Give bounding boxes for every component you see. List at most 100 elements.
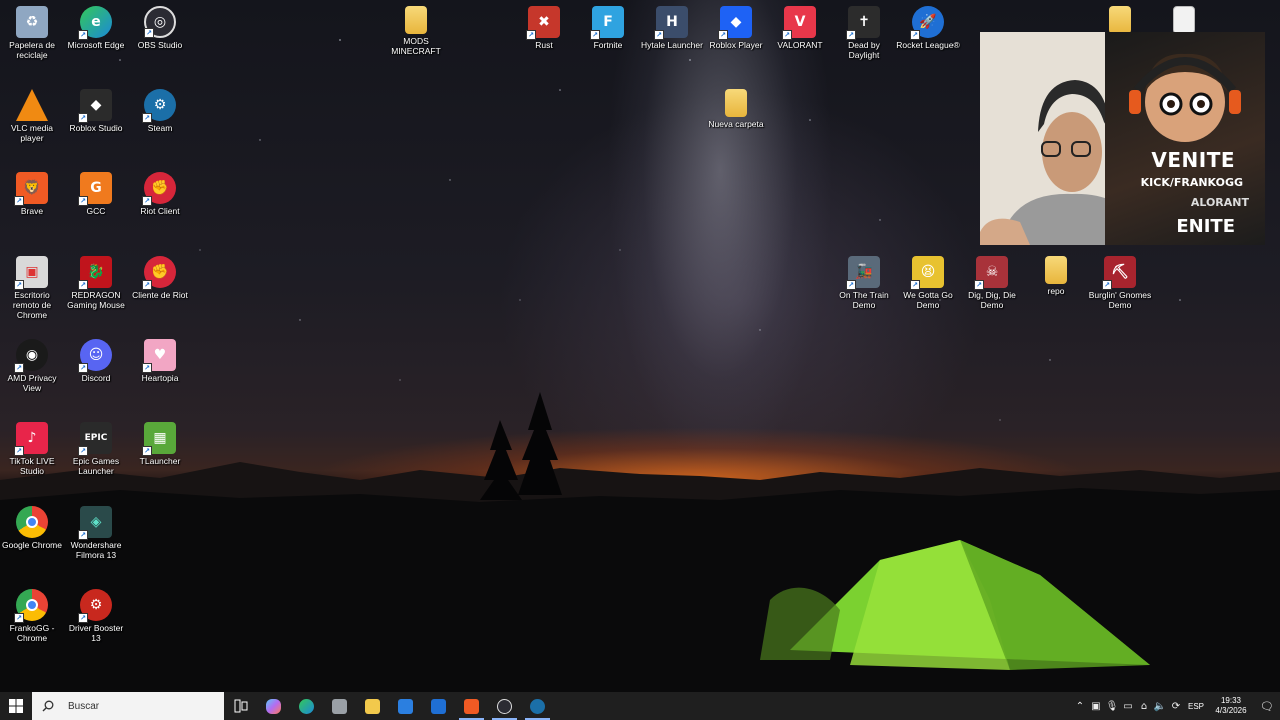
desktop-icon-chrome[interactable]: Google Chrome	[0, 506, 64, 550]
windows-logo-icon	[9, 699, 23, 713]
taskbar-copilot[interactable]	[257, 692, 290, 720]
clock[interactable]: 19:33 4/3/2026	[1208, 696, 1254, 716]
desktop-icon-obs[interactable]: ◎ ↗ OBS Studio	[128, 6, 192, 50]
taskbar-brave[interactable]	[455, 692, 488, 720]
desktop-icon-heartopia[interactable]: ♥ ↗ Heartopia	[128, 339, 192, 383]
brave-icon: 🦁 ↗	[14, 172, 48, 206]
chrome-profile-icon: ↗	[14, 589, 48, 623]
we-gotta-go-icon: 😫 ↗	[910, 256, 944, 290]
folder-icon	[1045, 256, 1067, 284]
folder-icon	[405, 6, 427, 34]
taskbar-file-explorer[interactable]	[323, 692, 356, 720]
edge-icon: e ↗	[78, 6, 112, 40]
taskbar-store[interactable]	[389, 692, 422, 720]
desktop-icon-repo[interactable]: repo	[1024, 256, 1088, 296]
desktop-icon-roblox-studio[interactable]: ◆ ↗ Roblox Studio	[64, 89, 128, 133]
document-icon	[1173, 6, 1195, 34]
poster-game: ALORANT	[1190, 196, 1249, 209]
obs-icon	[497, 698, 512, 714]
desktop-icon-cliente-riot[interactable]: ✊ ↗ Cliente de Riot	[128, 256, 192, 300]
taskbar-mail[interactable]	[422, 692, 455, 720]
folder-icon	[1109, 6, 1131, 34]
chrome-remote-desktop-icon: ▣ ↗	[14, 256, 48, 290]
valorant-icon: V ↗	[782, 6, 816, 40]
desktop-icon-discord[interactable]: ☺ ↗ Discord	[64, 339, 128, 383]
volume-icon[interactable]: 🔈	[1152, 701, 1168, 712]
clock-time: 19:33	[1220, 696, 1242, 705]
desktop-icon-we-gotta-go[interactable]: 😫 ↗ We Gotta Go Demo	[896, 256, 960, 310]
mail-icon	[431, 698, 446, 714]
start-button[interactable]	[0, 692, 32, 720]
battery-icon[interactable]: ▭	[1120, 701, 1136, 712]
tray-overflow-chevron-icon[interactable]: ⌃	[1072, 701, 1088, 712]
language-indicator[interactable]: ESP	[1184, 702, 1208, 711]
system-tray: ⌃ ▣ 🎙 ▭ ⌂ 🔈 ⟳ ESP 19:33 4/3/2026 🗨	[1072, 692, 1280, 720]
roblox-player-icon: ◆ ↗	[718, 6, 752, 40]
desktop-icon-steam[interactable]: ⚙ ↗ Steam	[128, 89, 192, 133]
fortnite-icon: F ↗	[590, 6, 624, 40]
folder-icon	[365, 698, 380, 714]
desktop-icon-epic-games[interactable]: EPIC ↗ Epic Games Launcher	[64, 422, 128, 476]
dig-dig-die-icon: ☠ ↗	[974, 256, 1008, 290]
desktop-icon-roblox-player[interactable]: ◆ ↗ Roblox Player	[704, 6, 768, 50]
desktop-icon-dead-by-daylight[interactable]: ✝ ↗ Dead by Daylight	[832, 6, 896, 60]
desktop-icon-frankogg-chrome[interactable]: ↗ FrankoGG - Chrome	[0, 589, 64, 643]
microsoft-store-icon	[398, 698, 413, 714]
taskbar-steam[interactable]	[521, 692, 554, 720]
desktop-icon-fortnite[interactable]: F ↗ Fortnite	[576, 6, 640, 50]
folder-icon	[725, 89, 747, 117]
desktop-icon-chrome-remote[interactable]: ▣ ↗ Escritorio remoto de Chrome	[0, 256, 64, 320]
steam-icon: ⚙ ↗	[142, 89, 176, 123]
recycle-bin-icon: ♻	[16, 6, 48, 38]
desktop-icon-driver-booster[interactable]: ⚙ ↗ Driver Booster 13	[64, 589, 128, 643]
desktop-icon-valorant[interactable]: V ↗ VALORANT	[768, 6, 832, 50]
clock-date: 4/3/2026	[1215, 706, 1247, 715]
desktop-icon-riot-client[interactable]: ✊ ↗ Riot Client	[128, 172, 192, 216]
chrome-icon	[16, 506, 48, 538]
edge-icon	[299, 698, 314, 714]
steam-icon	[530, 698, 545, 714]
task-view-icon	[234, 699, 247, 713]
tiktok-icon: ♪ ↗	[14, 422, 48, 456]
obs-icon: ◎ ↗	[144, 6, 176, 38]
taskbar-search-box[interactable]: Buscar	[32, 692, 224, 720]
desktop-icon-brave[interactable]: 🦁 ↗ Brave	[0, 172, 64, 216]
desktop-icon-on-the-train[interactable]: 🚂 ↗ On The Train Demo	[832, 256, 896, 310]
rust-icon: ✖ ↗	[526, 6, 560, 40]
desktop-icon-vlc[interactable]: VLC media player	[0, 89, 64, 143]
poster-handle: KICK/FRANKOGG	[1140, 176, 1243, 189]
epic-games-icon: EPIC ↗	[78, 422, 112, 456]
desktop-icon-rust[interactable]: ✖ ↗ Rust	[512, 6, 576, 50]
taskbar-obs[interactable]	[488, 692, 521, 720]
desktop-icon-tlauncher[interactable]: ▦ ↗ TLauncher	[128, 422, 192, 466]
microphone-icon[interactable]: 🎙	[1104, 701, 1120, 712]
network-icon[interactable]: ⌂	[1136, 701, 1152, 712]
notification-center-icon[interactable]: 🗨	[1254, 700, 1280, 713]
discord-icon: ☺ ↗	[78, 339, 112, 373]
desktop-icon-burglin-gnomes[interactable]: ⛏ ↗ Burglin' Gnomes Demo	[1088, 256, 1152, 310]
desktop-icon-tiktok[interactable]: ♪ ↗ TikTok LIVE Studio	[0, 422, 64, 476]
copilot-icon	[266, 698, 281, 714]
desktop-icon-mods-minecraft[interactable]: MODS MINECRAFT	[384, 6, 448, 56]
taskbar-folder[interactable]	[356, 692, 389, 720]
desktop-icon-rocket-league[interactable]: 🚀 ↗ Rocket League®	[896, 6, 960, 50]
search-placeholder: Buscar	[68, 700, 100, 712]
taskbar-task-view[interactable]	[224, 692, 257, 720]
desktop-icon-amd-privacy[interactable]: ◉ ↗ AMD Privacy View	[0, 339, 64, 393]
taskbar-edge[interactable]	[290, 692, 323, 720]
brave-icon	[464, 698, 479, 714]
desktop-icon-filmora[interactable]: ◈ ↗ Wondershare Filmora 13	[64, 506, 128, 560]
desktop-icon-recycle-bin[interactable]: ♻ Papelera de reciclaje	[0, 6, 64, 60]
filmora-icon: ◈ ↗	[78, 506, 112, 540]
dead-by-daylight-icon: ✝ ↗	[846, 6, 880, 40]
desktop-icon-edge[interactable]: e ↗ Microsoft Edge	[64, 6, 128, 50]
desktop-icon-hytale[interactable]: H ↗ Hytale Launcher	[640, 6, 704, 50]
heartopia-icon: ♥ ↗	[142, 339, 176, 373]
desktop-icon-dig-dig-die[interactable]: ☠ ↗ Dig, Dig, Die Demo	[960, 256, 1024, 310]
riot-client-icon: ✊ ↗	[142, 256, 176, 290]
desktop-icon-nueva-carpeta[interactable]: Nueva carpeta	[704, 89, 768, 129]
tray-sync-icon[interactable]: ⟳	[1168, 701, 1184, 712]
desktop-icon-redragon[interactable]: 🐉 ↗ REDRAGON Gaming Mouse	[64, 256, 128, 310]
tray-app-icon[interactable]: ▣	[1088, 701, 1104, 712]
desktop-icon-gcc[interactable]: G ↗ GCC	[64, 172, 128, 216]
